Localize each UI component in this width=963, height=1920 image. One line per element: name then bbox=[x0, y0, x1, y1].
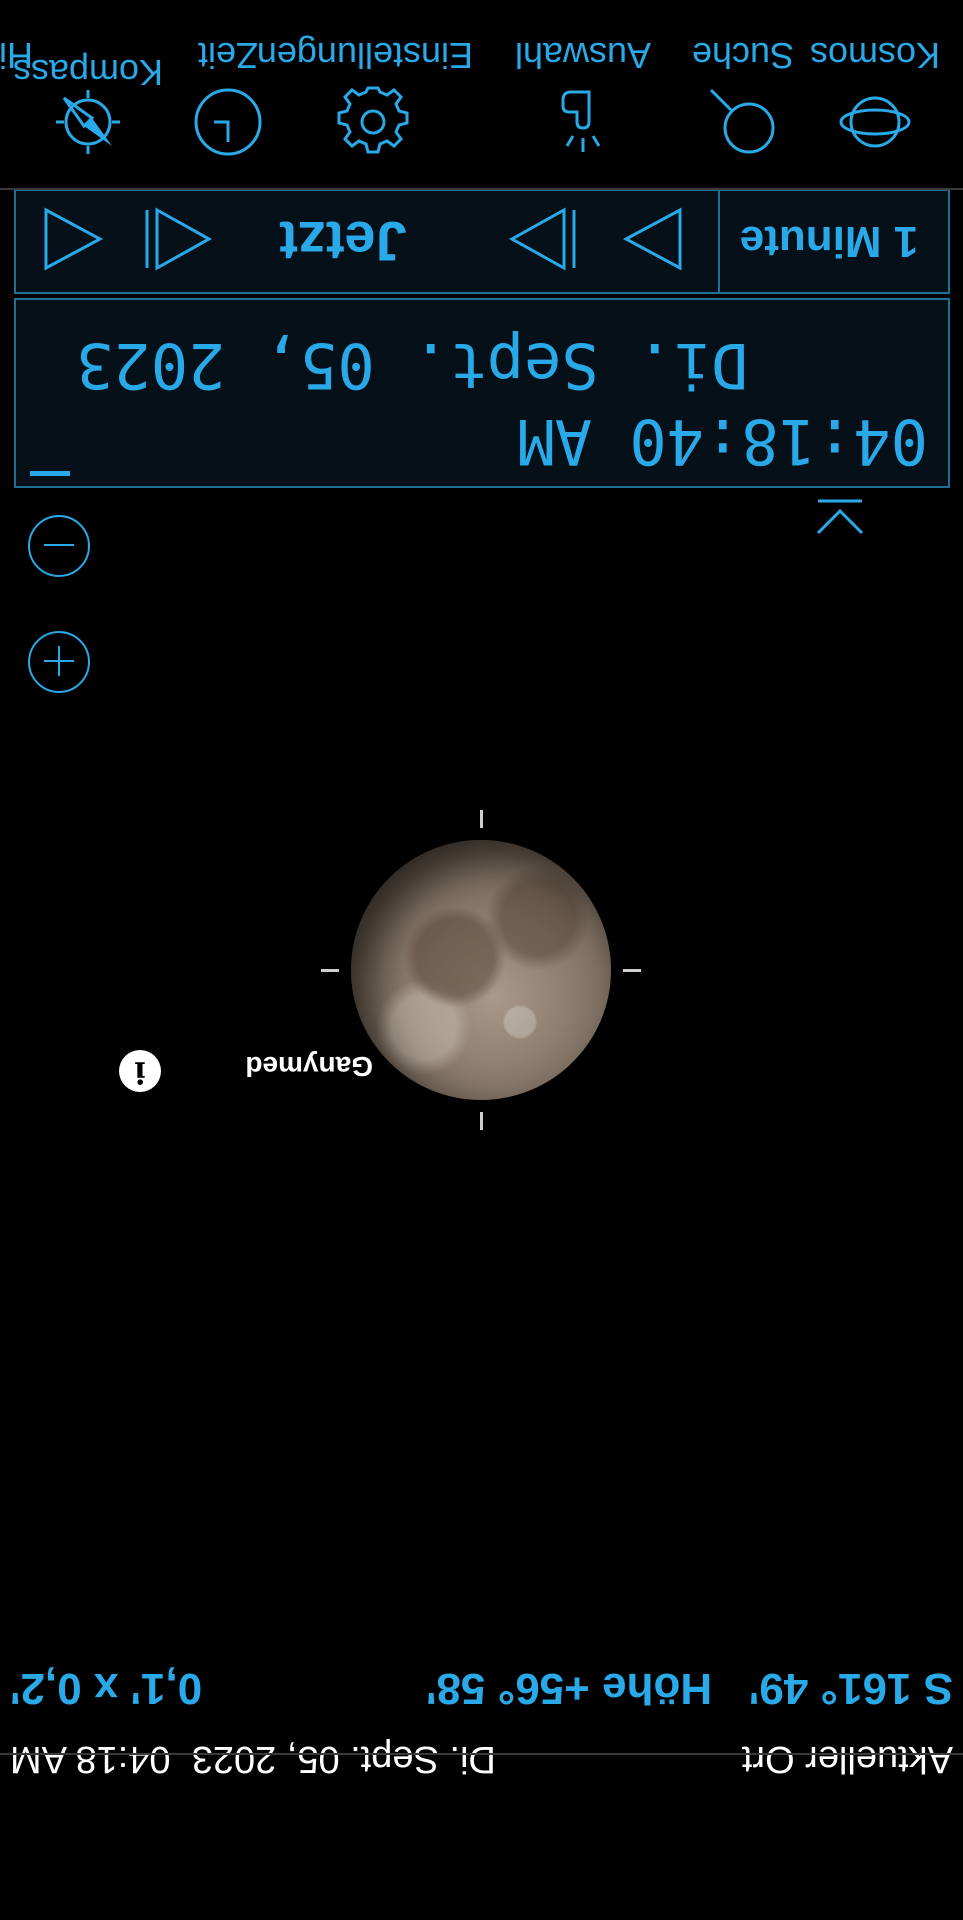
fast-forward-button[interactable] bbox=[618, 204, 688, 274]
planet-image bbox=[351, 840, 611, 1100]
edit-cursor bbox=[30, 471, 70, 476]
search-icon bbox=[709, 88, 775, 154]
plus-icon-v bbox=[58, 646, 60, 676]
time-display[interactable]: 04:18:40 AM bbox=[517, 405, 928, 478]
date-time-panel[interactable]: 04:18:40 AM Di. Sept. 05, 2023 bbox=[14, 298, 950, 488]
crosshair-tick-top bbox=[480, 1112, 483, 1130]
location-label[interactable]: Aktueller Ort bbox=[742, 1737, 953, 1780]
toolbar-einstellungen[interactable]: Einstellungen bbox=[256, 0, 473, 188]
crosshair-tick-bottom bbox=[480, 810, 483, 828]
object-label[interactable]: Ganymed bbox=[245, 1050, 373, 1082]
sky-view-screen: Di. Sept. 05, 2023 04:18 AM Aktueller Or… bbox=[0, 0, 963, 1920]
toolbar-hilfe-label: Hi bbox=[0, 35, 33, 76]
orbit-icon bbox=[839, 96, 911, 148]
now-button[interactable]: Jetzt bbox=[238, 191, 448, 292]
toolbar-einstellungen-label: Einstellungen bbox=[256, 35, 473, 76]
azimuth-readout: S 161° 49' bbox=[748, 1664, 953, 1713]
ganymede-planet[interactable] bbox=[351, 840, 611, 1100]
gear-icon bbox=[337, 86, 409, 154]
status-date: Di. Sept. 05, 2023 bbox=[191, 1738, 496, 1780]
toolbar-auswahl-label: Auswahl bbox=[514, 35, 652, 76]
pointing-coordinates: S 161° 49' Höhe +56° 58' bbox=[426, 1663, 953, 1713]
time-controls: Jetzt 1 Minute bbox=[14, 189, 950, 294]
time-step-selector[interactable]: 1 Minute bbox=[718, 191, 938, 292]
bottom-toolbar: Kosmos Suche Auswahl Einstellungen Zeit … bbox=[0, 0, 963, 190]
minus-icon bbox=[44, 544, 74, 546]
status-bar: Di. Sept. 05, 2023 04:18 AM Aktueller Or… bbox=[0, 1738, 963, 1920]
info-icon[interactable]: i bbox=[119, 1050, 161, 1092]
zoom-out-button[interactable] bbox=[28, 515, 90, 577]
field-of-view-readout: 0,1' x 0,2' bbox=[10, 1664, 203, 1713]
step-back-icon bbox=[145, 207, 213, 271]
crosshair-tick-right bbox=[321, 969, 339, 972]
rewind-icon bbox=[44, 207, 104, 271]
chevron-down-icon bbox=[816, 499, 864, 535]
fast-forward-icon bbox=[622, 207, 682, 271]
toolbar-zeit-label: Zeit bbox=[198, 35, 259, 76]
crosshair-tick-left bbox=[623, 969, 641, 972]
step-back-button[interactable] bbox=[143, 204, 213, 274]
clock-icon bbox=[194, 88, 262, 156]
pointer-hand-icon bbox=[561, 90, 601, 152]
rewind-button[interactable] bbox=[38, 204, 108, 274]
zoom-in-button[interactable] bbox=[28, 631, 90, 693]
step-forward-button[interactable] bbox=[508, 204, 578, 274]
collapse-panel-button[interactable] bbox=[815, 497, 865, 537]
toolbar-auswahl[interactable]: Auswahl bbox=[493, 0, 673, 188]
altitude-readout: Höhe +56° 58' bbox=[426, 1664, 713, 1713]
status-time: 04:18 AM bbox=[10, 1738, 171, 1780]
date-display[interactable]: Di. Sept. 05, 2023 bbox=[76, 329, 748, 402]
toolbar-suche[interactable]: Suche bbox=[653, 0, 833, 188]
toolbar-zeit[interactable]: Zeit bbox=[168, 0, 288, 188]
toolbar-suche-label: Suche bbox=[691, 35, 795, 76]
divider bbox=[0, 1753, 963, 1755]
toolbar-hilfe[interactable]: Hi bbox=[0, 0, 33, 188]
compass-icon bbox=[56, 90, 120, 154]
step-forward-icon bbox=[508, 207, 576, 271]
status-datetime: Di. Sept. 05, 2023 04:18 AM bbox=[10, 1737, 496, 1780]
